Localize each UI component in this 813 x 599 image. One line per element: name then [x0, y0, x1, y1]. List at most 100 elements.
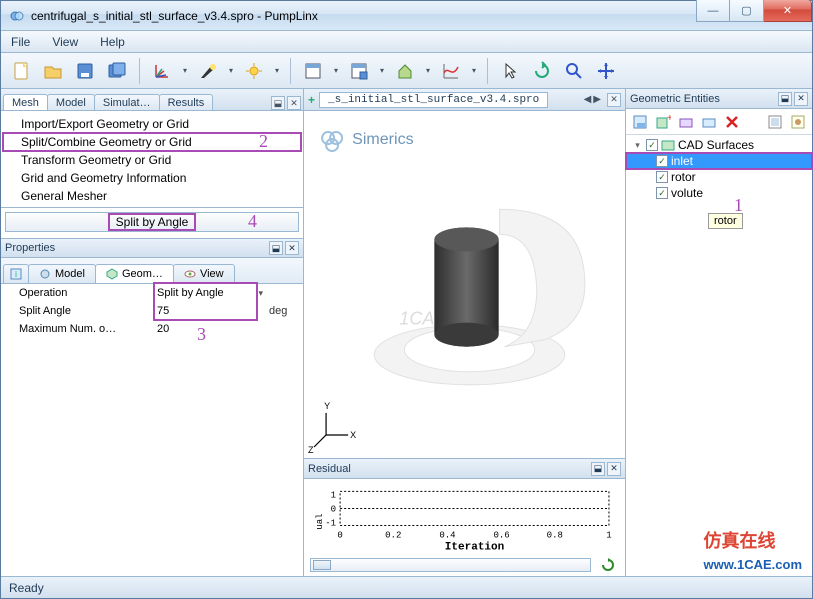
home-icon[interactable] [391, 57, 419, 85]
prop-tab-geom[interactable]: Geom… [95, 264, 174, 283]
window-icon[interactable] [299, 57, 327, 85]
new-icon[interactable] [7, 57, 35, 85]
document-tab[interactable]: _s_initial_stl_surface_v3.4.spro [319, 92, 548, 108]
tab-model[interactable]: Model [47, 94, 95, 110]
svg-text:Iteration: Iteration [445, 542, 505, 554]
right-column: Geometric Entities ⬓ ✕ + ▾ ✓ CAD Surface… [626, 89, 812, 576]
menu-file[interactable]: File [7, 33, 34, 51]
pin-icon[interactable]: ⬓ [271, 96, 285, 110]
geo-root[interactable]: ▾ ✓ CAD Surfaces [626, 137, 812, 153]
tree-grid-info[interactable]: Grid and Geometry Information [3, 169, 301, 187]
menu-help[interactable]: Help [96, 33, 129, 51]
close-button[interactable]: ✕ [764, 0, 812, 22]
prop-max-num-value[interactable]: 20 [151, 323, 269, 335]
status-text: Ready [9, 581, 44, 595]
residual-slider[interactable] [310, 558, 591, 572]
save-view-icon[interactable] [345, 57, 373, 85]
prop-operation-value[interactable]: Split by Angle▾ [151, 287, 269, 299]
document-tab-bar: + _s_initial_stl_surface_v3.4.spro ◀ ▶ ✕ [304, 89, 625, 111]
left-column: Mesh Model Simulat… Results ⬓ ✕ Import/E… [1, 89, 304, 576]
tree-transform[interactable]: Transform Geometry or Grid [3, 151, 301, 169]
home-dropdown-icon[interactable]: ▾ [423, 66, 433, 75]
maximize-button[interactable]: ▢ [730, 0, 764, 22]
geo-close-icon[interactable]: ✕ [794, 92, 808, 106]
split-button-row: Split by Angle 4 [1, 208, 303, 238]
add-tab-icon[interactable]: + [308, 93, 315, 107]
axes-dropdown-icon[interactable]: ▾ [180, 66, 190, 75]
geo-toolbar: + [626, 109, 812, 135]
properties-pin-icon[interactable]: ⬓ [269, 241, 283, 255]
checkbox-inlet[interactable]: ✓ [656, 155, 668, 167]
window-dropdown-icon[interactable]: ▾ [331, 66, 341, 75]
geo-btn-7[interactable] [788, 112, 808, 132]
geo-btn-3[interactable] [676, 112, 696, 132]
sun-icon[interactable] [240, 57, 268, 85]
geo-tree: ▾ ✓ CAD Surfaces ✓ inlet ✓ rotor ✓ volut… [626, 135, 812, 576]
rotate-icon[interactable] [528, 57, 556, 85]
plot-icon[interactable] [437, 57, 465, 85]
checkbox-rotor[interactable]: ✓ [656, 171, 668, 183]
geo-btn-6[interactable] [765, 112, 785, 132]
annotation-3: 3 [197, 324, 206, 345]
watermark: 仿真在线 www.1CAE.com [700, 527, 806, 574]
annotation-2: 2 [259, 131, 268, 152]
plot-dropdown-icon[interactable]: ▾ [469, 66, 479, 75]
close-panel-icon[interactable]: ✕ [287, 96, 301, 110]
geo-entities-title: Geometric Entities [630, 93, 720, 105]
geo-pin-icon[interactable]: ⬓ [778, 92, 792, 106]
mesh-tree: Import/Export Geometry or Grid Split/Com… [1, 111, 303, 208]
dropdown-icon[interactable]: ▾ [258, 288, 263, 299]
refresh-icon[interactable] [597, 555, 619, 575]
nav-prev-icon[interactable]: ◀ [584, 94, 592, 105]
sun-dropdown-icon[interactable]: ▾ [272, 66, 282, 75]
prop-tab-info[interactable]: i [3, 264, 29, 283]
pan-icon[interactable] [592, 57, 620, 85]
save-view-dropdown-icon[interactable]: ▾ [377, 66, 387, 75]
tab-mesh[interactable]: Mesh [3, 94, 48, 110]
save-as-icon[interactable] [103, 57, 131, 85]
main-toolbar: ▾ ▾ ▾ ▾ ▾ ▾ ▾ [1, 53, 812, 89]
properties-grid: Operation Split by Angle▾ Split Angle 75… [1, 284, 303, 576]
residual-chart: ual 1 0 -1 0 0.2 0.4 0.6 0.8 [304, 479, 625, 554]
prop-split-angle-label: Split Angle [1, 305, 151, 317]
prop-split-angle-value[interactable]: 75 [151, 305, 269, 317]
geo-btn-1[interactable] [630, 112, 650, 132]
light-dropdown-icon[interactable]: ▾ [226, 66, 236, 75]
save-icon[interactable] [71, 57, 99, 85]
light-icon[interactable] [194, 57, 222, 85]
prop-tab-model[interactable]: Model [28, 264, 96, 283]
zoom-icon[interactable] [560, 57, 588, 85]
tree-split-combine[interactable]: Split/Combine Geometry or Grid [3, 133, 301, 151]
viewport-close-icon[interactable]: ✕ [607, 93, 621, 107]
properties-close-icon[interactable]: ✕ [285, 241, 299, 255]
axes-icon[interactable] [148, 57, 176, 85]
annotation-4: 4 [248, 211, 257, 232]
center-column: + _s_initial_stl_surface_v3.4.spro ◀ ▶ ✕… [304, 89, 626, 576]
tab-simulation[interactable]: Simulat… [94, 94, 160, 110]
residual-pin-icon[interactable]: ⬓ [591, 462, 605, 476]
geo-item-volute[interactable]: ✓ volute [626, 185, 812, 201]
tree-import-export[interactable]: Import/Export Geometry or Grid [3, 115, 301, 133]
svg-text:0: 0 [337, 530, 342, 541]
collapse-icon[interactable]: ▾ [632, 140, 643, 151]
geo-btn-4[interactable] [699, 112, 719, 132]
title-bar: centrifugal_s_initial_stl_surface_v3.4.s… [1, 1, 812, 31]
geo-item-rotor[interactable]: ✓ rotor [626, 169, 812, 185]
checkbox-volute[interactable]: ✓ [656, 187, 668, 199]
tree-general-mesher[interactable]: General Mesher [3, 187, 301, 205]
minimize-button[interactable]: — [696, 0, 730, 22]
checkbox-root[interactable]: ✓ [646, 139, 658, 151]
svg-text:0: 0 [331, 503, 336, 514]
menu-view[interactable]: View [48, 33, 82, 51]
geo-add-icon[interactable]: + [653, 112, 673, 132]
pointer-icon[interactable] [496, 57, 524, 85]
prop-tab-view[interactable]: View [173, 264, 235, 283]
residual-close-icon[interactable]: ✕ [607, 462, 621, 476]
geo-item-inlet[interactable]: ✓ inlet [626, 153, 812, 169]
open-icon[interactable] [39, 57, 67, 85]
nav-next-icon[interactable]: ▶ [593, 94, 601, 105]
3d-viewport[interactable]: Simerics 1CAE.COM [304, 111, 625, 458]
svg-text:1: 1 [331, 489, 336, 500]
geo-delete-icon[interactable] [722, 112, 742, 132]
tab-results[interactable]: Results [159, 94, 214, 110]
